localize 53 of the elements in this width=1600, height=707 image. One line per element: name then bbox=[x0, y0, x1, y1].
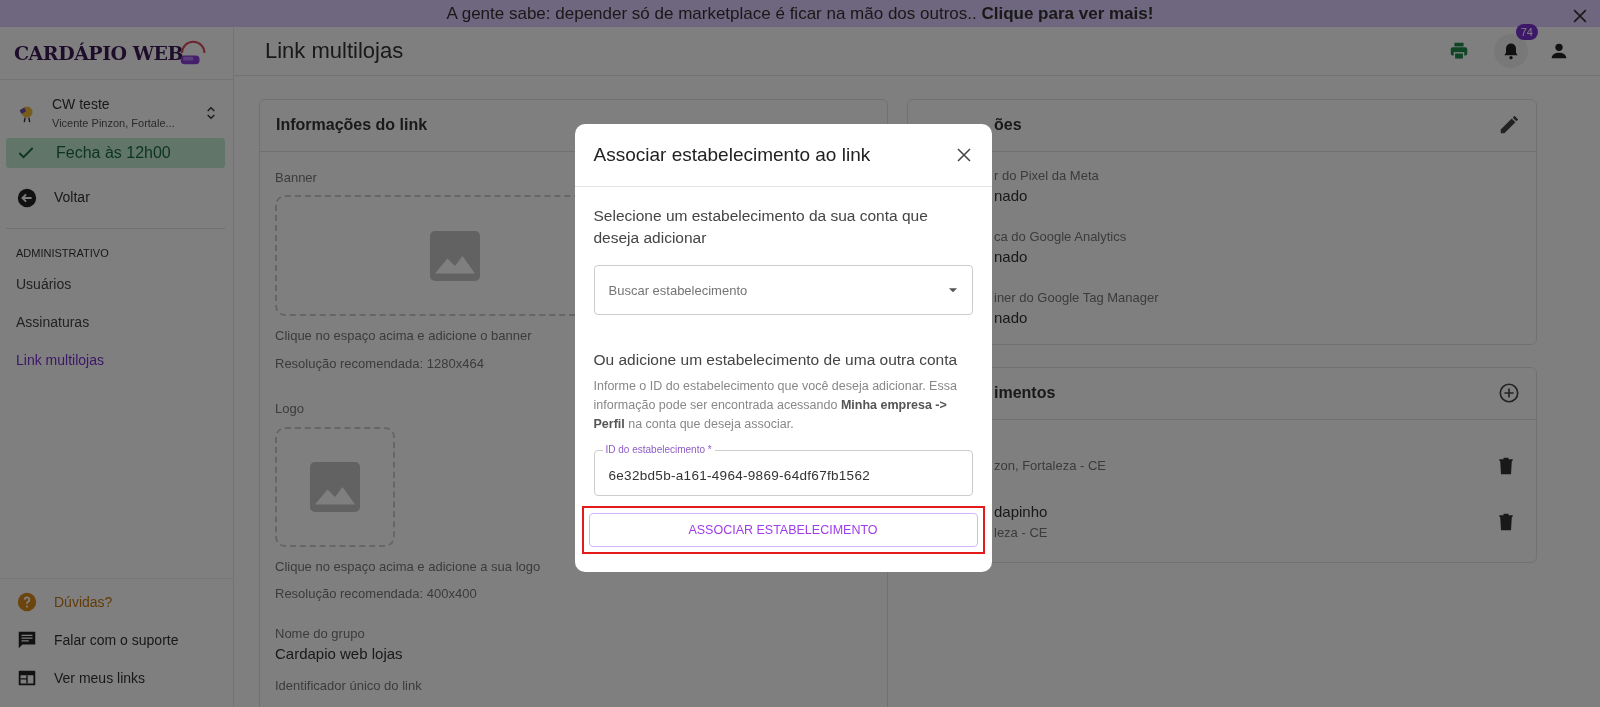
dialog-title: Associar estabelecimento ao link bbox=[593, 143, 871, 167]
field-label: Logo bbox=[275, 400, 304, 419]
help-icon bbox=[16, 591, 38, 613]
hint-text: Clique no espaço acima e adicione a sua logo bbox=[275, 557, 541, 576]
card-title: Informações do link bbox=[276, 115, 428, 136]
field-label: Banner bbox=[275, 168, 317, 187]
sidebar-item[interactable]: Usuários bbox=[0, 265, 88, 303]
field-label: iner do Google Tag Manager bbox=[994, 288, 1159, 307]
status-text: Fecha às 12h00 bbox=[56, 142, 171, 163]
store-name: dapinho bbox=[994, 501, 1048, 522]
plus-circle-icon bbox=[1498, 382, 1520, 405]
field-value: nado bbox=[994, 186, 1028, 207]
help-text: Informe o ID do estabelecimento que você deseja adicionar. Essa informação pode ser encontrada acessando Minha empresa -> Perfil na conta que deseja associar. bbox=[593, 378, 958, 433]
field-value: nado bbox=[994, 247, 1028, 268]
store-address: zon, Fortaleza - CE bbox=[994, 456, 1106, 475]
back-link[interactable]: Voltar bbox=[0, 167, 233, 228]
group-name: Cardapio web lojas bbox=[275, 644, 403, 665]
section-heading: Ou adicione um estabelecimento de uma outra conta bbox=[593, 350, 959, 370]
field-label: Identificador único do link bbox=[275, 676, 422, 695]
page-title: Link multilojas bbox=[265, 37, 404, 64]
sidebar-item[interactable]: Link multilojas bbox=[0, 341, 120, 379]
close-button[interactable] bbox=[954, 146, 973, 164]
sidebar-link[interactable]: Ver meus links bbox=[0, 659, 162, 697]
image-placeholder-icon bbox=[310, 461, 360, 512]
store-name: CW teste bbox=[52, 95, 111, 114]
store-id-field[interactable]: ID do estabelecimento * 6e32bd5b-a161-4964-9869-64df67fb1562 bbox=[593, 443, 973, 496]
sidebar-item[interactable]: Assinaturas bbox=[0, 303, 106, 341]
sidebar-link[interactable]: Falar com o suporte bbox=[0, 621, 195, 659]
delete-button[interactable] bbox=[1496, 511, 1516, 532]
section-heading: ADMINISTRATIVO bbox=[15, 245, 110, 261]
associate-button[interactable]: ASSOCIAR ESTABELECIMENTO bbox=[588, 513, 978, 547]
card-title: ões bbox=[994, 115, 1022, 136]
id-input[interactable]: 6e32bd5b-a161-4964-9869-64df67fb1562 bbox=[606, 455, 960, 495]
hint-text: Resolução recomendada: 1280x464 bbox=[275, 354, 484, 373]
logo-text: CARDÁPIO WEB bbox=[14, 40, 184, 66]
image-placeholder-icon bbox=[430, 230, 480, 281]
store-address: leza - CE bbox=[994, 524, 1048, 543]
field-label: ID do estabelecimento * bbox=[604, 443, 713, 457]
field-label: r do Pixel da Meta bbox=[994, 166, 1099, 185]
close-icon bbox=[954, 146, 973, 164]
field-value: nado bbox=[994, 308, 1028, 329]
delete-button[interactable] bbox=[1496, 455, 1516, 476]
sidebar-link[interactable]: Dúvidas? bbox=[0, 583, 129, 621]
field-label: ca do Google Analytics bbox=[994, 227, 1127, 246]
section-heading: Selecione um estabelecimento da sua conta que deseja adicionar bbox=[593, 206, 929, 248]
add-button[interactable] bbox=[1498, 382, 1520, 405]
store-address: Vicente Pinzon, Fortale... bbox=[52, 116, 176, 131]
hint-text: Clique no espaço acima e adicione o banner bbox=[275, 327, 532, 346]
card-title: imentos bbox=[994, 383, 1056, 404]
hint-text: Resolução recomendada: 400x400 bbox=[275, 585, 477, 604]
field-label: Nome do grupo bbox=[275, 624, 365, 643]
trash-icon bbox=[1496, 455, 1516, 476]
trash-icon bbox=[1496, 511, 1516, 532]
